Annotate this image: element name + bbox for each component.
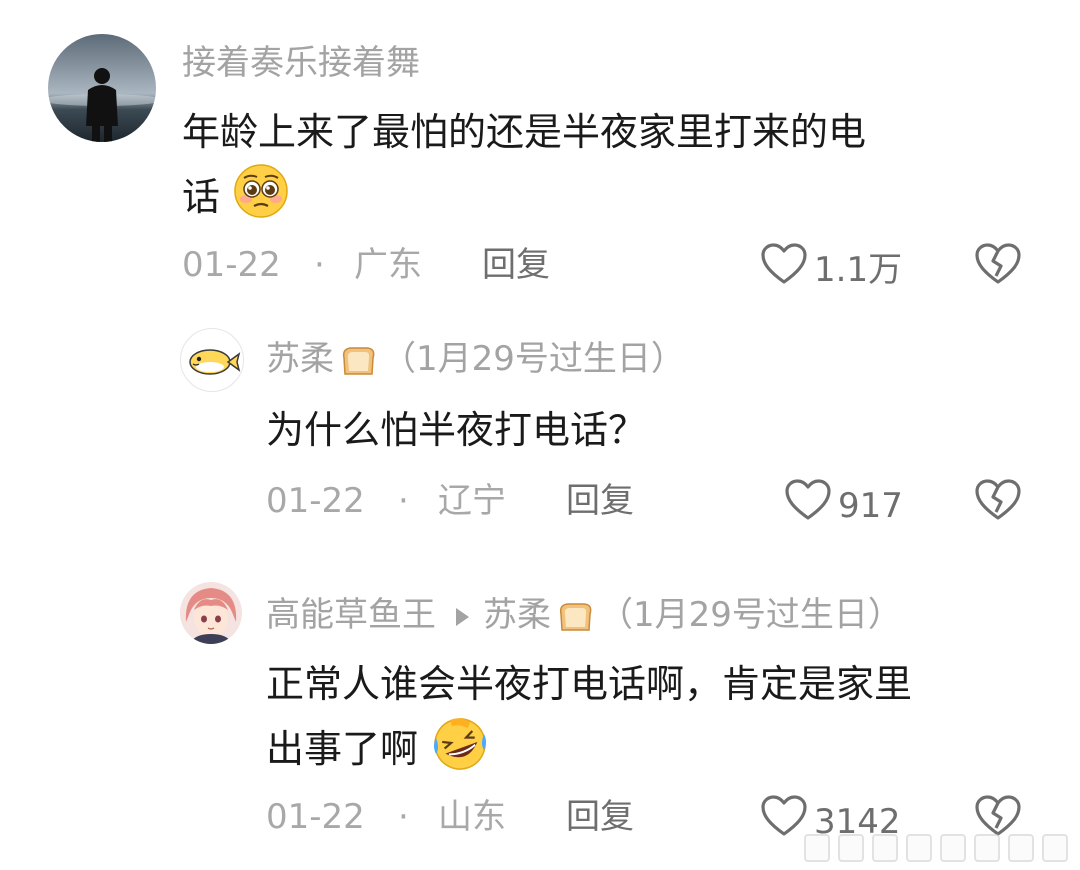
reply-button[interactable]: 回复 bbox=[566, 794, 634, 840]
heart-icon bbox=[784, 478, 832, 534]
reply-arrow-icon bbox=[456, 607, 469, 626]
reply-button[interactable]: 回复 bbox=[566, 478, 634, 524]
comment-date: 01-22 bbox=[182, 245, 281, 285]
meta-separator: · bbox=[314, 245, 325, 285]
bread-icon bbox=[555, 600, 595, 634]
watermark-block bbox=[1042, 834, 1068, 862]
avatar[interactable] bbox=[180, 582, 242, 644]
watermark-blocks bbox=[804, 834, 1068, 862]
author-name: 高能草鱼王 bbox=[266, 595, 436, 635]
broken-heart-icon bbox=[974, 479, 1022, 526]
meta-separator: · bbox=[398, 797, 409, 837]
comment-date: 01-22 bbox=[266, 797, 365, 837]
watermark-block bbox=[974, 834, 1000, 862]
watermark-block bbox=[1008, 834, 1034, 862]
dislike-button[interactable] bbox=[974, 478, 1022, 524]
rofl-face-icon bbox=[430, 714, 490, 789]
comment-text-line: 年龄上来了最怕的还是半夜家里打来的电 bbox=[182, 110, 867, 154]
reply-to-suffix: （1月29号过生日） bbox=[599, 595, 902, 635]
comment-location: 山东 bbox=[438, 797, 506, 837]
watermark-block bbox=[940, 834, 966, 862]
comment-location: 辽宁 bbox=[438, 481, 506, 521]
meta-separator: · bbox=[398, 481, 409, 521]
comment-author[interactable]: 苏柔 （1月29号过生日） bbox=[266, 336, 685, 382]
dislike-button[interactable] bbox=[974, 242, 1022, 288]
watermark-block bbox=[906, 834, 932, 862]
watermark-block bbox=[804, 834, 830, 862]
comment-text-fragment: 出事了啊 bbox=[266, 727, 419, 771]
broken-heart-icon bbox=[974, 243, 1022, 290]
like-count: 917 bbox=[838, 486, 903, 526]
comment-text: 年龄上来了最怕的还是半夜家里打来的电 话 bbox=[182, 102, 1032, 237]
heart-icon bbox=[760, 242, 808, 298]
like-button[interactable]: 1.1万 bbox=[760, 242, 902, 298]
author-name: 苏柔 bbox=[266, 339, 334, 379]
comment-text: 为什么怕半夜打电话？ bbox=[266, 408, 647, 452]
comment-location: 广东 bbox=[354, 245, 422, 285]
avatar[interactable] bbox=[180, 328, 244, 392]
like-button[interactable]: 917 bbox=[784, 478, 903, 534]
author-suffix: （1月29号过生日） bbox=[382, 339, 685, 379]
comment-text-line: 出事了啊 bbox=[266, 714, 1056, 789]
comment-text: 正常人谁会半夜打电话啊，肯定是家里 出事了啊 bbox=[266, 654, 1056, 789]
watermark-block bbox=[872, 834, 898, 862]
bread-icon bbox=[338, 344, 378, 378]
reply-button[interactable]: 回复 bbox=[482, 242, 550, 288]
comment-author[interactable]: 接着奏乐接着舞 bbox=[182, 40, 420, 86]
comment-author[interactable]: 高能草鱼王 苏柔 （1月29号过生日） bbox=[266, 592, 902, 638]
comment-text-line: 话 bbox=[182, 162, 1032, 237]
like-count: 1.1万 bbox=[814, 250, 903, 290]
comment-date: 01-22 bbox=[266, 481, 365, 521]
heart-icon bbox=[760, 794, 808, 850]
watermark-block bbox=[838, 834, 864, 862]
avatar[interactable] bbox=[48, 34, 156, 142]
reply-to-name: 苏柔 bbox=[483, 595, 551, 635]
pleading-face-icon bbox=[232, 162, 290, 237]
comment-text-line: 正常人谁会半夜打电话啊，肯定是家里 bbox=[266, 662, 913, 706]
comment-text-fragment: 话 bbox=[182, 175, 221, 219]
